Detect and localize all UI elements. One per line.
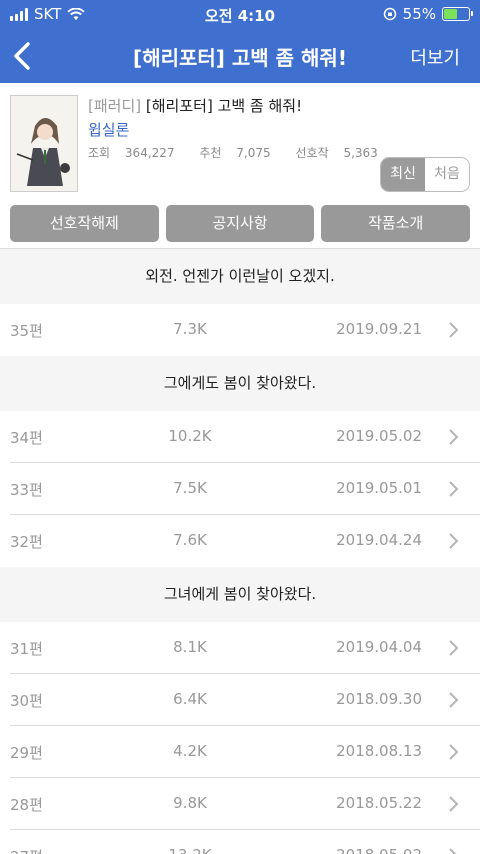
- sort-latest-button[interactable]: 최신: [381, 158, 425, 191]
- chevron-right-icon: [449, 744, 459, 760]
- episode-views: 9.8K: [173, 794, 207, 812]
- battery-percent: 55%: [402, 5, 436, 23]
- episode-date: 2018.05.22: [336, 794, 422, 812]
- episode-row[interactable]: 35편 7.3K 2019.09.21: [0, 304, 480, 356]
- sort-toggle: 최신 처음: [380, 157, 470, 192]
- episode-date: 2018.08.13: [336, 742, 422, 760]
- episode-row[interactable]: 28편 9.8K 2018.05.22: [0, 778, 480, 830]
- episode-row[interactable]: 34편 10.2K 2019.05.02: [0, 411, 480, 463]
- battery-icon: [442, 7, 473, 21]
- episode-views: 7.5K: [173, 479, 207, 497]
- episode-date: 2018.09.30: [336, 690, 422, 708]
- episode-date: 2019.05.02: [336, 427, 422, 445]
- back-chevron-icon[interactable]: [8, 36, 38, 76]
- episode-date: 2019.05.01: [336, 479, 422, 497]
- episode-views: 10.2K: [168, 427, 212, 445]
- chevron-right-icon: [449, 640, 459, 656]
- episode-number: 29편: [10, 744, 43, 762]
- chevron-right-icon: [449, 322, 459, 338]
- novel-meta: [패러디] [해리포터] 고백 좀 해줘! 윕실론 조회 364,227 추천 …: [88, 95, 398, 161]
- recommend-count: 7,075: [236, 146, 271, 160]
- sort-first-button[interactable]: 처음: [425, 158, 469, 191]
- episode-date: 2019.04.24: [336, 531, 422, 549]
- section-header: 그녀에게 봄이 찾아왔다.: [0, 567, 480, 622]
- cover-image[interactable]: [10, 95, 78, 192]
- section-header: 외전. 언젠가 이런날이 오겠지.: [0, 249, 480, 304]
- views-count: 364,227: [124, 146, 175, 160]
- episode-number: 35편: [10, 322, 43, 340]
- episode-date: 2019.09.21: [336, 320, 422, 338]
- episode-number: 31편: [10, 640, 43, 658]
- episode-row[interactable]: 29편 4.2K 2018.08.13: [0, 726, 480, 778]
- action-buttons: 선호작해제 공지사항 작품소개: [10, 205, 471, 242]
- section-header: 그에게도 봄이 찾아왔다.: [0, 356, 480, 411]
- chevron-right-icon: [449, 481, 459, 497]
- episode-views: 13.2K: [150, 846, 230, 854]
- views-label: 조회: [88, 146, 111, 160]
- episode-date: 2019.04.04: [336, 638, 422, 656]
- genre-label: [패러디]: [88, 97, 142, 115]
- fav-count: 5,363: [343, 146, 378, 160]
- chevron-right-icon: [449, 533, 459, 549]
- novel-heading: [패러디] [해리포터] 고백 좀 해줘!: [88, 95, 398, 116]
- chevron-right-icon: [449, 796, 459, 812]
- episode-views: 8.1K: [173, 638, 207, 656]
- top-bar: SKT 오전 4:10 55% [해리포터] 고백 좀 해줘! 더보기: [0, 0, 480, 83]
- episode-row[interactable]: 32편 7.6K 2019.04.24: [0, 515, 480, 567]
- fav-label: 선호작: [295, 146, 329, 160]
- status-right: 55%: [383, 5, 473, 23]
- episode-views: 4.2K: [173, 742, 207, 760]
- episode-views: 7.6K: [173, 531, 207, 549]
- episode-number: 32편: [10, 533, 43, 551]
- cover-illustration: [11, 96, 77, 191]
- episode-views: 7.3K: [173, 320, 207, 338]
- unfavorite-button[interactable]: 선호작해제: [10, 205, 159, 242]
- episode-row[interactable]: 33편 7.5K 2019.05.01: [0, 463, 480, 515]
- chevron-right-icon: [449, 848, 457, 854]
- episode-row[interactable]: 27편 13.2K 2018.05.02: [0, 830, 480, 854]
- episode-number: 34편: [10, 429, 43, 447]
- episode-number: 28편: [10, 796, 43, 814]
- orientation-lock-icon: [383, 7, 396, 21]
- episode-number: 30편: [10, 692, 43, 710]
- episode-number: 33편: [10, 481, 43, 499]
- notice-button[interactable]: 공지사항: [165, 205, 315, 242]
- episode-views: 6.4K: [173, 690, 207, 708]
- nav-bar: [해리포터] 고백 좀 해줘! 더보기: [0, 30, 480, 83]
- more-button[interactable]: 더보기: [410, 44, 460, 70]
- chevron-right-icon: [449, 429, 459, 445]
- chevron-right-icon: [449, 692, 459, 708]
- page-title: [해리포터] 고백 좀 해줘!: [133, 46, 347, 70]
- novel-title: [해리포터] 고백 좀 해줘!: [145, 97, 303, 115]
- episode-row[interactable]: 30편 6.4K 2018.09.30: [0, 674, 480, 726]
- intro-button[interactable]: 작품소개: [321, 205, 471, 242]
- novel-info: [패러디] [해리포터] 고백 좀 해줘! 윕실론 조회 364,227 추천 …: [0, 83, 480, 203]
- episode-list: 외전. 언젠가 이런날이 오겠지. 35편 7.3K 2019.09.21 그에…: [0, 249, 480, 854]
- recommend-label: 추천: [199, 146, 222, 160]
- novel-stats: 조회 364,227 추천 7,075 선호작 5,363: [88, 144, 398, 161]
- episode-date: 2018.05.02: [336, 846, 422, 854]
- episode-row[interactable]: 31편 8.1K 2019.04.04: [0, 622, 480, 674]
- author-link[interactable]: 윕실론: [88, 119, 398, 140]
- status-bar: SKT 오전 4:10 55%: [0, 0, 480, 30]
- episode-number: 27편: [10, 846, 43, 854]
